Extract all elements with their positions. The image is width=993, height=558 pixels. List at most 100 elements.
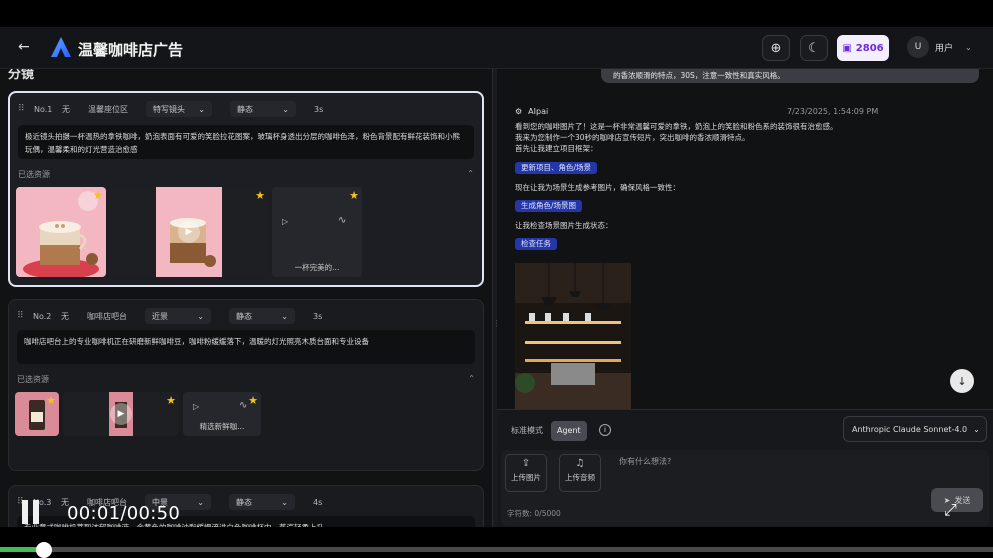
pause-bar-icon <box>22 500 28 524</box>
audio-title: 精选新鲜咖... <box>199 422 245 431</box>
play-icon[interactable]: ▶ <box>178 221 200 243</box>
seek-bar[interactable] <box>0 542 993 558</box>
send-button[interactable]: ➤ 发送 <box>931 488 983 512</box>
shot-number: No.2 <box>33 311 52 321</box>
shot-type-value: 特写镜头 <box>153 104 185 114</box>
user-message-bubble: 的香浓顺滑的特点，30S，注意一致性和真实风格。 <box>601 69 979 83</box>
audio-title: 一杯完美的... <box>294 263 340 272</box>
generated-scene-image[interactable] <box>515 263 631 409</box>
shot-duration: 4s <box>313 497 323 507</box>
shot-type-select[interactable]: 特写镜头 ⌄ <box>146 101 212 117</box>
drag-handle-icon[interactable]: ⠿ <box>17 311 25 321</box>
avatar: U <box>907 36 929 58</box>
star-icon[interactable]: ★ <box>46 394 56 407</box>
credits-badge[interactable]: ▣ 2806 <box>837 35 889 61</box>
mode-agent-tab[interactable]: Agent <box>551 421 587 441</box>
star-icon[interactable]: ★ <box>93 189 103 202</box>
shot-meta-row: ⠿ No.1 无 温馨座位区 特写镜头 ⌄ 静态 ⌄ 3s <box>18 101 474 117</box>
motion-select[interactable]: 静态 ⌄ <box>230 101 296 117</box>
bot-timestamp: 7/23/2025, 1:54:09 PM <box>787 107 879 116</box>
robot-icon: ⚙ <box>515 107 523 116</box>
upload-icon: ⇪ <box>521 458 531 469</box>
resources-header[interactable]: 已选资源 ⌃ <box>18 169 474 181</box>
back-arrow-icon[interactable]: ← <box>18 39 30 55</box>
star-icon[interactable]: ★ <box>255 189 265 202</box>
upload-audio-label: 上传音频 <box>565 473 595 482</box>
theme-toggle-button[interactable]: ☾ <box>800 35 828 61</box>
fullscreen-icon[interactable]: ⤢ <box>944 500 957 520</box>
chevron-down-icon: ⌄ <box>965 42 972 52</box>
upload-audio-button[interactable]: ♫ 上传音频 <box>559 454 601 492</box>
motion-select[interactable]: 静态 ⌄ <box>229 308 295 324</box>
star-icon[interactable]: ★ <box>248 394 258 407</box>
model-select[interactable]: Anthropic Claude Sonnet-4.0 ⌄ <box>843 416 987 442</box>
shot-card-2[interactable]: ⠿ No.2 无 咖啡店吧台 近景 ⌄ 静态 ⌄ 3s 咖啡店吧台上的专业咖啡机正在… <box>8 299 484 471</box>
upload-image-button[interactable]: ⇪ 上传图片 <box>505 454 547 492</box>
seek-handle[interactable] <box>35 542 52 558</box>
chevron-up-icon: ⌃ <box>468 374 475 383</box>
bot-message-line: 我来为您制作一个30秒的咖啡店宣传短片，突出咖啡的香浓顺滑特点。 <box>515 133 750 142</box>
shot-number: No.1 <box>34 104 53 114</box>
message-input-placeholder[interactable]: 你有什么想法? <box>619 456 671 467</box>
shot-transition: 无 <box>61 311 69 321</box>
bot-message-line: 看到您的咖啡图片了！这是一杯非常温馨可爱的拿铁，奶泡上的笑脸和粉色系的装饰很有治… <box>515 122 838 131</box>
resource-audio-thumb[interactable]: ▷ ∿ ★ 一杯完美的... <box>272 187 362 277</box>
shot-card-1[interactable]: ⠿ No.1 无 温馨座位区 特写镜头 ⌄ 静态 ⌄ 3s 极近镜头拍摄一杯温热的拿… <box>8 91 484 287</box>
star-icon[interactable]: ★ <box>166 394 176 407</box>
bot-message-line: 让我检查场景图片生成状态： <box>515 221 613 230</box>
bot-header: ⚙ AIpai <box>515 107 548 116</box>
drag-handle-icon[interactable]: ⠿ <box>18 104 26 114</box>
play-icon[interactable]: ▷ <box>193 402 199 411</box>
top-bar: ← 温馨咖啡店广告 ⊕ ☾ ▣ 2806 U 用户 ⌄ <box>0 27 993 69</box>
shot-transition: 无 <box>62 104 70 114</box>
shot-description[interactable]: 极近镜头拍摄一杯温热的拿铁咖啡，奶泡表面有可爱的笑脸拉花图案，玻璃杯身透出分层的… <box>18 125 474 159</box>
credits-value: 2806 <box>855 42 884 54</box>
message-input-area[interactable]: ⇪ 上传图片 ♫ 上传音频 你有什么想法? 字符数: 0/5000 ➤ 发送 <box>501 450 989 526</box>
globe-icon: ⊕ <box>770 40 782 56</box>
star-icon[interactable]: ★ <box>349 189 359 202</box>
pause-button[interactable] <box>22 500 39 524</box>
video-frame: ← 温馨咖啡店广告 ⊕ ☾ ▣ 2806 U 用户 ⌄ 分镜 ⠿ No.1 无 … <box>0 0 993 558</box>
resource-audio-thumb[interactable]: ▷ ∿ ★ 精选新鲜咖... <box>183 392 261 436</box>
shot-type-value: 近景 <box>152 311 168 321</box>
chat-composer: 标准模式 Agent i Anthropic Claude Sonnet-4.0… <box>497 409 993 527</box>
motion-value: 静态 <box>236 497 252 507</box>
motion-select[interactable]: 静态 ⌄ <box>229 494 295 510</box>
play-icon[interactable]: ▷ <box>282 217 288 226</box>
shot-location: 温馨座位区 <box>88 104 128 114</box>
mode-switch: 标准模式 Agent <box>507 421 587 441</box>
upload-image-label: 上传图片 <box>511 473 541 482</box>
resource-image-thumb[interactable]: ★ <box>16 187 106 277</box>
resource-video-thumb[interactable]: ▶ ★ <box>63 392 179 436</box>
resources-label: 已选资源 <box>18 170 50 179</box>
tool-call-pill[interactable]: 生成角色/场景图 <box>515 200 583 212</box>
tool-call-pill[interactable]: 更新项目、角色/场景 <box>515 162 598 174</box>
arrow-down-icon: ↓ <box>957 374 967 388</box>
bot-message-line: 首先让我建立项目框架： <box>515 144 598 153</box>
mode-standard-tab[interactable]: 标准模式 <box>507 421 547 441</box>
info-icon[interactable]: i <box>599 424 611 436</box>
storyboard-title: 分镜 <box>8 69 35 82</box>
resources-header[interactable]: 已选资源 ⌃ <box>17 374 475 386</box>
app-logo-icon <box>51 37 71 57</box>
play-icon[interactable]: ▶ <box>110 403 132 425</box>
user-label: 用户 <box>935 43 954 54</box>
resource-video-thumb[interactable]: ▶ ★ <box>110 187 268 277</box>
shot-description[interactable]: 咖啡店吧台上的专业咖啡机正在研磨新鲜咖啡豆，咖啡粉缓缓落下，温暖的灯光照亮木质台… <box>17 330 475 364</box>
shot-type-select[interactable]: 近景 ⌄ <box>145 308 211 324</box>
wallet-icon: ▣ <box>842 42 852 54</box>
language-button[interactable]: ⊕ <box>762 35 790 61</box>
user-menu[interactable]: U 用户 ⌄ <box>907 36 972 58</box>
chevron-up-icon: ⌃ <box>467 169 474 178</box>
resource-image-thumb[interactable]: ★ <box>15 392 59 436</box>
chevron-down-icon: ⌄ <box>281 311 288 321</box>
chevron-down-icon: ⌄ <box>197 311 204 321</box>
char-counter: 字符数: 0/5000 <box>507 509 561 518</box>
scroll-to-bottom-button[interactable]: ↓ <box>950 369 974 393</box>
motion-value: 静态 <box>237 104 253 114</box>
tool-call-pill[interactable]: 检查任务 <box>515 238 557 250</box>
app-window: ← 温馨咖啡店广告 ⊕ ☾ ▣ 2806 U 用户 ⌄ 分镜 ⠿ No.1 无 … <box>0 27 993 527</box>
storyboard-panel: 分镜 ⠿ No.1 无 温馨座位区 特写镜头 ⌄ 静态 ⌄ 3s 极近镜头拍摄一杯温… <box>0 69 492 527</box>
shot-meta-row: ⠿ No.2 无 咖啡店吧台 近景 ⌄ 静态 ⌄ 3s <box>17 308 475 324</box>
shot-location: 咖啡店吧台 <box>87 311 127 321</box>
